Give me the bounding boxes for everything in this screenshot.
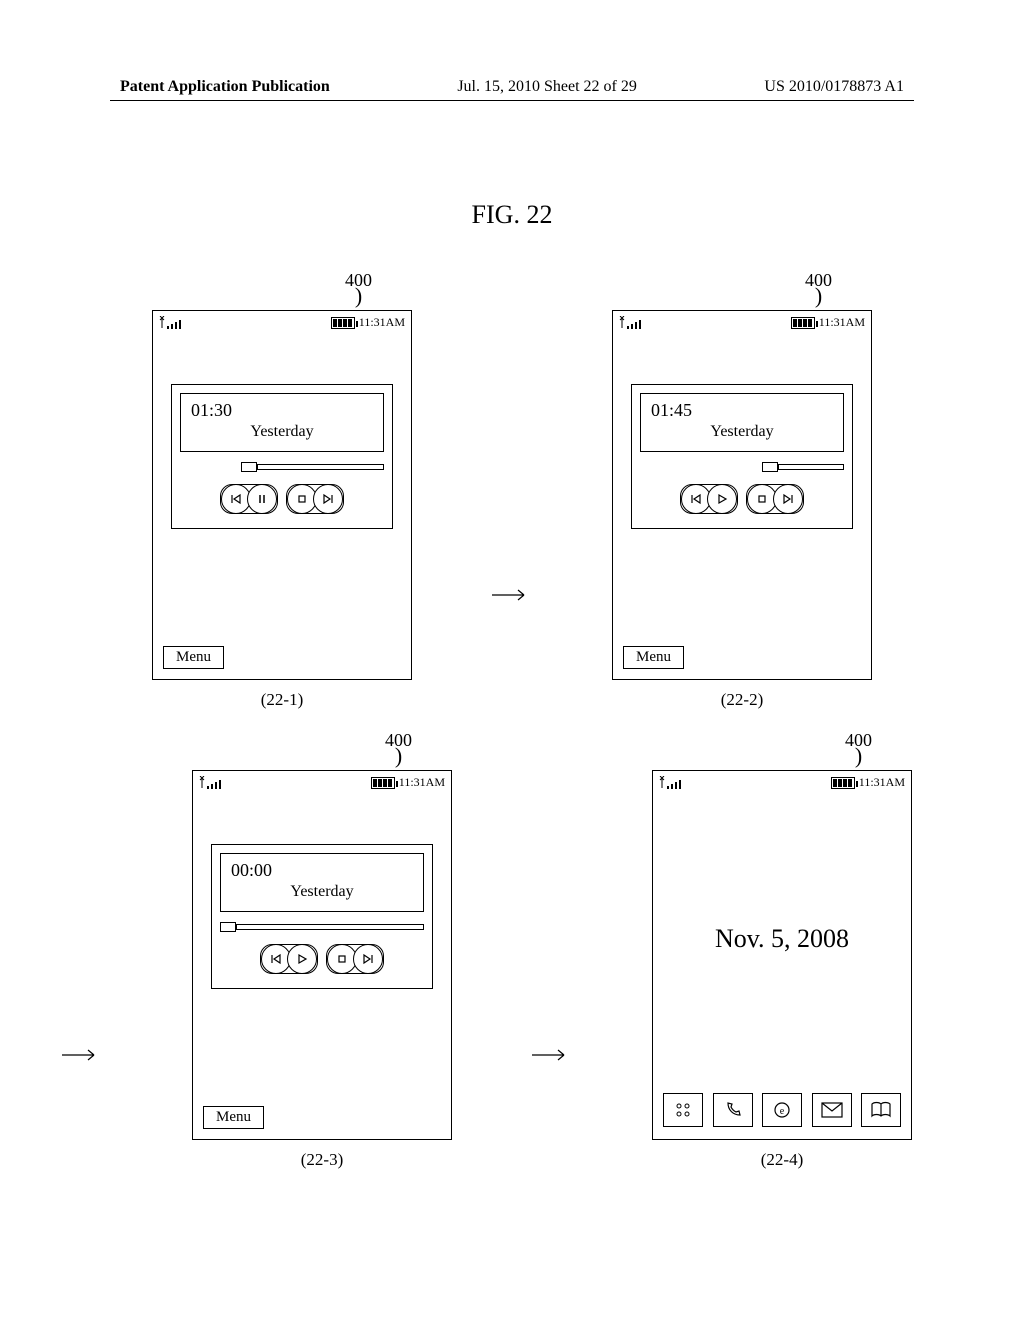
status-bar: 11:31AM [153,311,411,334]
panel-label: (22-4) [652,1150,912,1170]
mail-icon [821,1102,843,1118]
callout-label: 400) [345,270,372,303]
pause-icon [256,493,268,505]
progress-slider[interactable] [180,462,384,472]
status-time: 11:31AM [359,315,405,330]
next-button[interactable] [313,484,343,514]
arrow-right-icon [492,480,532,710]
panel-label: (22-1) [152,690,412,710]
stop-icon [336,953,348,965]
phone-screen: 11:31AM Nov. 5, 2008 [652,770,912,1140]
apps-button[interactable] [663,1093,703,1127]
skip-back-icon [690,493,702,505]
slider-thumb[interactable] [241,462,257,472]
home-icon-bar: e [663,1093,901,1127]
apps-icon [673,1100,693,1120]
call-button[interactable] [713,1093,753,1127]
slider-track [257,464,384,470]
arrow-right-icon [532,940,572,1170]
phone-screen: 11:31AM 01:30 Yesterday [152,310,412,680]
callout-label: 400) [845,730,872,763]
media-display: 01:45 Yesterday [640,393,844,452]
battery-icon [831,777,855,789]
phone-screen: 11:31AM 01:45 Yesterday [612,310,872,680]
menu-button[interactable]: Menu [163,646,224,669]
slider-thumb[interactable] [220,922,236,932]
header-publication: Patent Application Publication [120,78,330,96]
browser-button[interactable]: e [762,1093,802,1127]
playback-time: 01:30 [191,400,373,421]
skip-forward-icon [322,493,334,505]
book-icon [870,1101,892,1119]
slider-track [778,464,844,470]
battery-icon [371,777,395,789]
pause-button[interactable] [247,484,277,514]
playback-subtitle: Yesterday [231,883,413,901]
contacts-button[interactable] [861,1093,901,1127]
playback-subtitle: Yesterday [191,423,373,441]
menu-button[interactable]: Menu [203,1106,264,1129]
menu-button[interactable]: Menu [623,646,684,669]
progress-slider[interactable] [640,462,844,472]
play-icon [716,493,728,505]
status-time: 11:31AM [399,775,445,790]
callout-label: 400) [385,730,412,763]
stop-icon [296,493,308,505]
playback-time: 01:45 [651,400,833,421]
signal-icon [199,776,229,790]
play-button[interactable] [707,484,737,514]
skip-back-icon [230,493,242,505]
media-display: 00:00 Yesterday [220,853,424,912]
signal-icon [159,316,189,330]
signal-icon [619,316,649,330]
progress-slider[interactable] [220,922,424,932]
media-player: 01:45 Yesterday [631,384,853,529]
mail-button[interactable] [812,1093,852,1127]
status-time: 11:31AM [819,315,865,330]
phone-icon [723,1100,743,1120]
next-button[interactable] [353,944,383,974]
media-player: 01:30 Yesterday [171,384,393,529]
signal-icon [659,776,689,790]
media-display: 01:30 Yesterday [180,393,384,452]
arrow-right-icon [62,940,102,1170]
svg-text:e: e [780,1106,785,1117]
status-bar: 11:31AM [653,771,911,794]
slider-track [236,924,424,930]
panel-label: (22-3) [192,1150,452,1170]
battery-icon [791,317,815,329]
battery-icon [331,317,355,329]
skip-back-icon [270,953,282,965]
home-date: Nov. 5, 2008 [653,924,911,954]
next-button[interactable] [773,484,803,514]
play-icon [296,953,308,965]
header-patent-number: US 2010/0178873 A1 [764,78,904,96]
panel-label: (22-2) [612,690,872,710]
header-sheet-info: Jul. 15, 2010 Sheet 22 of 29 [457,78,637,96]
phone-screen: 11:31AM 00:00 Yesterday [192,770,452,1140]
skip-forward-icon [782,493,794,505]
status-bar: 11:31AM [613,311,871,334]
slider-thumb[interactable] [762,462,778,472]
play-button[interactable] [287,944,317,974]
stop-icon [756,493,768,505]
status-bar: 11:31AM [193,771,451,794]
browser-icon: e [772,1100,792,1120]
status-time: 11:31AM [859,775,905,790]
playback-subtitle: Yesterday [651,423,833,441]
skip-forward-icon [362,953,374,965]
figure-title: FIG. 22 [0,200,1024,230]
callout-label: 400) [805,270,832,303]
playback-time: 00:00 [231,860,413,881]
media-player: 00:00 Yesterday [211,844,433,989]
header-rule [110,100,914,101]
